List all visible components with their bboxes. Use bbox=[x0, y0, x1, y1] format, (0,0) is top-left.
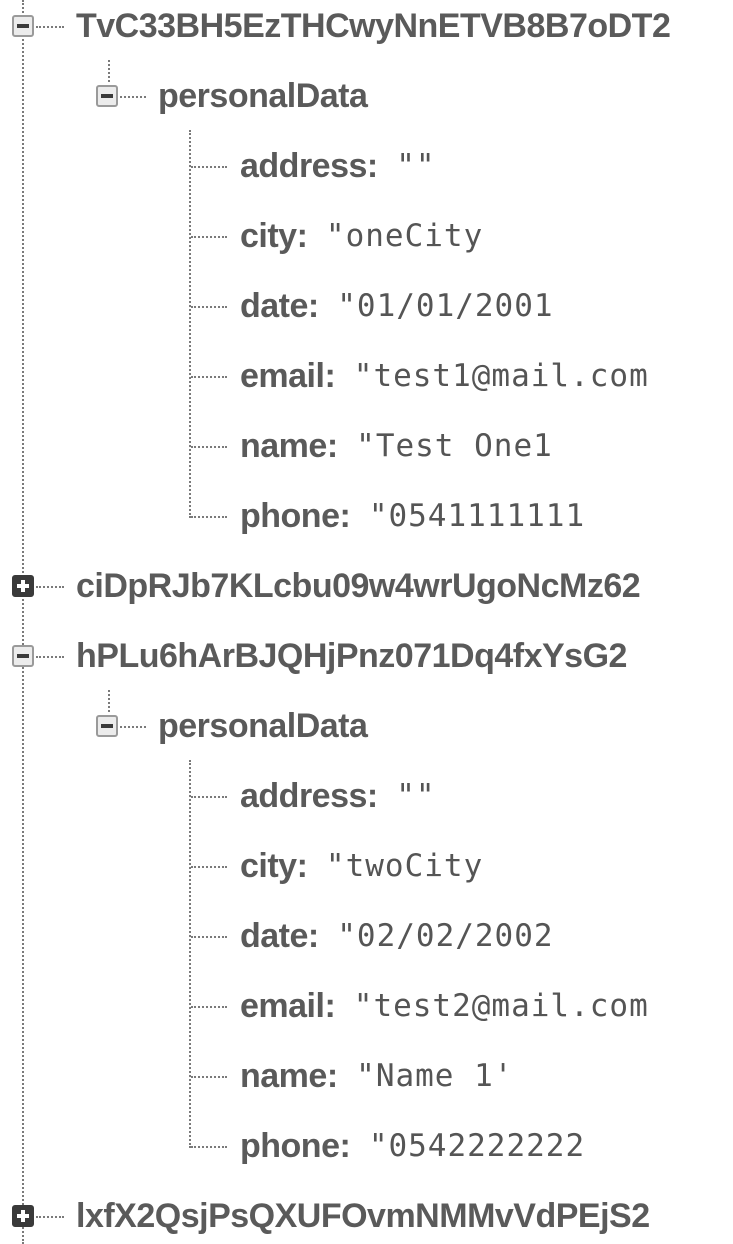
collapse-minus-icon[interactable] bbox=[12, 645, 34, 667]
leaf-row[interactable]: city: "twoCity bbox=[240, 838, 483, 894]
tree-node-row[interactable]: personalData bbox=[158, 68, 368, 124]
field-key: city bbox=[240, 846, 297, 885]
field-colon: : bbox=[296, 216, 308, 255]
field-key: city bbox=[240, 216, 297, 255]
field-colon: : bbox=[296, 846, 308, 885]
collapse-minus-icon[interactable] bbox=[96, 715, 118, 737]
node-key: ciDpRJb7KLcbu09w4wrUgoNcMz62 bbox=[76, 566, 641, 605]
field-colon: : bbox=[326, 426, 339, 465]
field-colon: : bbox=[307, 286, 320, 325]
leaf-tree-line bbox=[189, 760, 191, 1148]
connector-line bbox=[191, 166, 227, 168]
field-colon: : bbox=[366, 146, 379, 185]
connector-line bbox=[36, 656, 64, 658]
leaf-row[interactable]: city: "oneCity bbox=[240, 208, 483, 264]
collapse-minus-icon[interactable] bbox=[12, 15, 34, 37]
leaf-row[interactable]: phone: "0541111111 bbox=[240, 488, 585, 544]
connector-line bbox=[191, 796, 227, 798]
field-key: phone bbox=[240, 1126, 340, 1165]
field-value: "Name 1' bbox=[356, 1058, 514, 1094]
field-colon: : bbox=[324, 356, 336, 395]
root-tree-line bbox=[22, 0, 24, 1244]
connector-line bbox=[191, 306, 227, 308]
connector-line bbox=[191, 866, 227, 868]
leaf-row[interactable]: phone: "0542222222 bbox=[240, 1118, 585, 1174]
field-colon: : bbox=[326, 1056, 339, 1095]
field-key: address bbox=[240, 776, 367, 815]
connector-line bbox=[191, 1146, 227, 1148]
node-key: TvC33BH5EzTHCwyNnETVB8B7oDT2 bbox=[76, 6, 671, 45]
field-key: email bbox=[240, 986, 325, 1025]
field-value: "02/02/2002 bbox=[337, 918, 554, 954]
leaf-row[interactable]: address: "" bbox=[240, 138, 436, 194]
field-colon: : bbox=[339, 1126, 351, 1165]
collapse-minus-icon[interactable] bbox=[96, 85, 118, 107]
connector-line bbox=[191, 1076, 227, 1078]
field-value: "oneCity bbox=[325, 218, 484, 254]
tree-node-row[interactable]: lxfX2QsjPsQXUFOvmNMMvVdPEjS2 bbox=[76, 1188, 650, 1244]
tree-node-row[interactable]: personalData bbox=[158, 698, 368, 754]
connector-line bbox=[191, 236, 227, 238]
tree-node-row[interactable]: TvC33BH5EzTHCwyNnETVB8B7oDT2 bbox=[76, 0, 671, 54]
field-key: name bbox=[240, 1056, 327, 1095]
connector-line bbox=[36, 1216, 64, 1218]
field-key: phone bbox=[240, 496, 340, 535]
field-value: "Test One1 bbox=[356, 428, 553, 464]
field-value: "01/01/2001 bbox=[337, 288, 554, 324]
connector-line bbox=[120, 726, 146, 728]
node-key: lxfX2QsjPsQXUFOvmNMMvVdPEjS2 bbox=[76, 1196, 650, 1235]
field-value: "" bbox=[396, 778, 436, 814]
leaf-row[interactable]: name: "Test One1 bbox=[240, 418, 553, 474]
leaf-tree-line bbox=[189, 130, 191, 518]
node-key: personalData bbox=[158, 706, 368, 745]
field-value: "0542222222 bbox=[368, 1128, 586, 1164]
leaf-row[interactable]: name: "Name 1' bbox=[240, 1048, 513, 1104]
tree-node-row[interactable]: hPLu6hArBJQHjPnz071Dq4fxYsG2 bbox=[76, 628, 627, 684]
field-colon: : bbox=[339, 496, 351, 535]
connector-line bbox=[36, 26, 64, 28]
field-key: name bbox=[240, 426, 327, 465]
field-value: "" bbox=[396, 148, 436, 184]
field-value: "test2@mail.com bbox=[353, 988, 649, 1024]
field-value: "0541111111 bbox=[368, 498, 586, 534]
child-tree-line bbox=[108, 60, 110, 82]
node-key: hPLu6hArBJQHjPnz071Dq4fxYsG2 bbox=[76, 636, 627, 675]
leaf-row[interactable]: email: "test2@mail.com bbox=[240, 978, 649, 1034]
tree-node-row[interactable]: ciDpRJb7KLcbu09w4wrUgoNcMz62 bbox=[76, 558, 641, 614]
field-key: address bbox=[240, 146, 367, 185]
leaf-row[interactable]: email: "test1@mail.com bbox=[240, 348, 649, 404]
connector-line bbox=[191, 516, 227, 518]
field-colon: : bbox=[307, 916, 320, 955]
child-tree-line bbox=[108, 690, 110, 712]
field-colon: : bbox=[324, 986, 336, 1025]
leaf-row[interactable]: address: "" bbox=[240, 768, 436, 824]
field-value: "test1@mail.com bbox=[353, 358, 649, 394]
connector-line bbox=[191, 1006, 227, 1008]
connector-line bbox=[191, 446, 227, 448]
field-key: date bbox=[240, 286, 308, 325]
expand-plus-icon[interactable] bbox=[12, 1205, 34, 1227]
connector-line bbox=[120, 96, 146, 98]
expand-plus-icon[interactable] bbox=[12, 575, 34, 597]
connector-line bbox=[191, 936, 227, 938]
field-key: date bbox=[240, 916, 308, 955]
field-colon: : bbox=[366, 776, 379, 815]
leaf-row[interactable]: date: "02/02/2002 bbox=[240, 908, 554, 964]
field-key: email bbox=[240, 356, 325, 395]
connector-line bbox=[36, 586, 64, 588]
connector-line bbox=[191, 376, 227, 378]
leaf-row[interactable]: date: "01/01/2001 bbox=[240, 278, 554, 334]
node-key: personalData bbox=[158, 76, 368, 115]
field-value: "twoCity bbox=[325, 848, 484, 884]
